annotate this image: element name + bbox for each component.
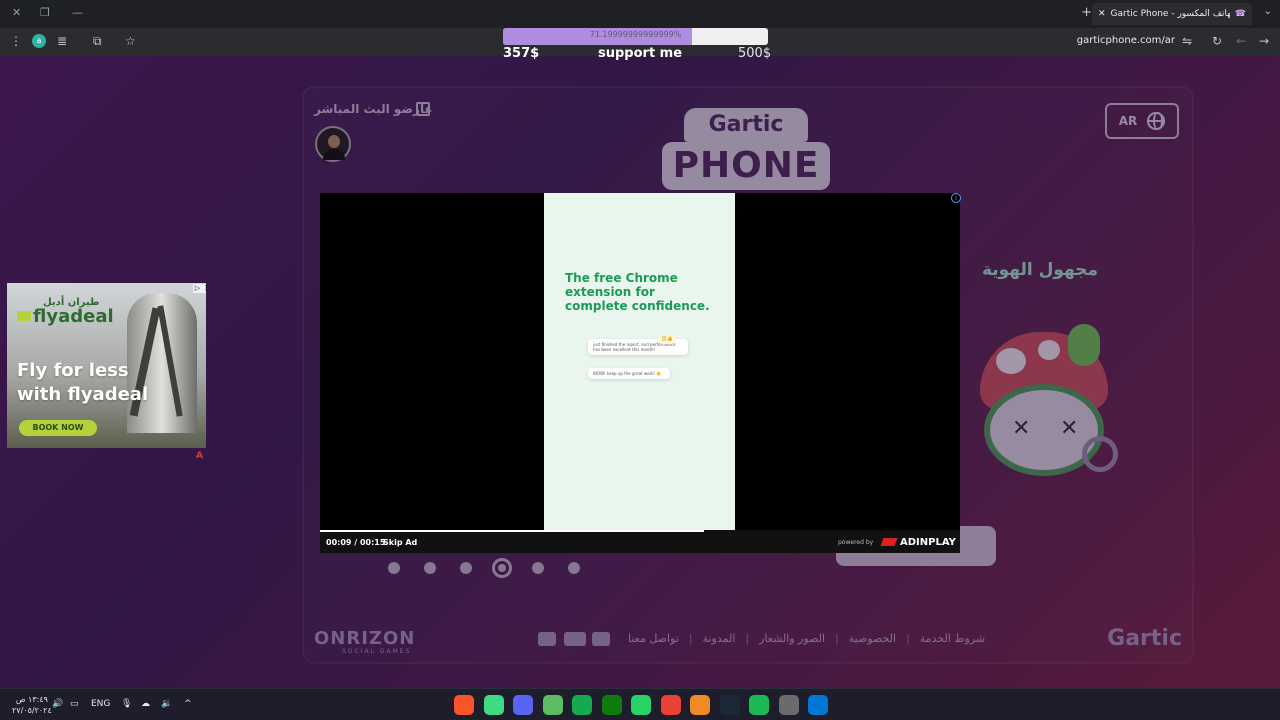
- extensions-icon[interactable]: ⧉: [93, 34, 102, 49]
- forward-icon[interactable]: ←: [1236, 34, 1246, 48]
- gartic-favicon-icon: ☎: [1234, 9, 1246, 19]
- video-ad-emoji-reaction: 😊👍: [658, 335, 676, 344]
- browser-icon[interactable]: [483, 695, 504, 715]
- taskbar-time: ١٣:٤٩ ص: [15, 695, 48, 704]
- steam-icon[interactable]: [719, 695, 740, 715]
- reload-icon[interactable]: ↻: [1212, 34, 1222, 48]
- tab-search-chevron-icon[interactable]: ⌄: [1264, 6, 1272, 17]
- flyadeal-ad[interactable]: طيران أديل flyadeal Fly for less with fl…: [7, 283, 206, 448]
- network-icon[interactable]: ▭: [70, 699, 79, 709]
- windows-icon[interactable]: [808, 695, 828, 715]
- video-controls: 00:09 / 00:15 Skip Ad powered by ADINPLA…: [320, 530, 960, 553]
- adinplay-logo-icon: [880, 538, 898, 546]
- microphone-icon[interactable]: 🎙: [121, 699, 132, 709]
- tab-gartic[interactable]: ✕ Gartic Phone - الهاتف المكسور ☎: [1092, 3, 1252, 25]
- volume-icon[interactable]: 🔊: [52, 699, 63, 709]
- minimize-window-icon[interactable]: —: [72, 6, 83, 19]
- brave-icon[interactable]: [454, 695, 474, 715]
- video-ad-player[interactable]: The free Chrome extension for complete c…: [320, 193, 961, 553]
- video-ad-reply-card: WOW! keep up the great work! 👏: [588, 368, 670, 379]
- speaker-icon[interactable]: 🔉: [161, 699, 172, 709]
- show-hidden-icons[interactable]: ^: [184, 699, 192, 709]
- xbox-icon[interactable]: [601, 695, 622, 715]
- video-time: 00:09 / 00:15: [326, 538, 386, 547]
- restore-window-icon[interactable]: ❐: [40, 6, 50, 19]
- skip-ad-button[interactable]: Skip Ad: [383, 538, 417, 547]
- adinplay-brand[interactable]: ADINPLAY: [900, 537, 956, 548]
- new-tab-icon[interactable]: +: [1081, 5, 1092, 20]
- menu-kebab-icon[interactable]: ⋮: [10, 34, 22, 48]
- ad-brand: flyadeal: [33, 306, 114, 327]
- powered-by-label: powered by: [838, 539, 874, 546]
- discord-icon[interactable]: [513, 695, 533, 715]
- onedrive-icon[interactable]: ☁: [141, 699, 150, 709]
- spotify-icon[interactable]: [749, 695, 769, 715]
- site-settings-icon[interactable]: ⇋: [1182, 34, 1192, 48]
- chrome-icon[interactable]: [660, 695, 681, 715]
- flyadeal-logo-icon: [17, 311, 31, 321]
- donation-current: 357$: [503, 46, 540, 61]
- close-window-icon[interactable]: ✕: [12, 6, 21, 19]
- ad-slogan: Fly for less with flyadeal: [17, 360, 149, 405]
- donation-percent: 71.19999999999999%: [589, 30, 682, 39]
- bookmark-star-icon[interactable]: ☆: [125, 34, 136, 48]
- taskbar-clock[interactable]: ١٣:٤٩ ص ٢٧/٠٥/٢٠٢٤: [12, 694, 52, 716]
- mongodb-icon[interactable]: [572, 695, 592, 715]
- taskbar: ١٣:٤٩ ص ٢٧/٠٥/٢٠٢٤ 🔊 ▭ ENG 🎙 ☁ 🔉 ^: [0, 688, 1280, 720]
- app-orange-icon[interactable]: [690, 695, 710, 715]
- video-progress-bar[interactable]: [320, 530, 704, 532]
- whatsapp-icon[interactable]: [631, 695, 651, 715]
- ad-choices-icon[interactable]: ▷ ⋮: [193, 284, 206, 293]
- ad-marker-icon: A: [196, 451, 203, 461]
- donation-progress-bar: 71.19999999999999%: [503, 28, 768, 45]
- vanguard-icon[interactable]: [542, 695, 563, 715]
- tab-title: Gartic Phone - الهاتف المكسور: [1110, 9, 1230, 19]
- app-gray-icon[interactable]: [778, 695, 799, 715]
- tab-bar: ✕ ❐ — + ✕ Gartic Phone - الهاتف المكسور …: [0, 0, 1280, 28]
- profile-avatar[interactable]: a: [32, 34, 46, 48]
- reading-list-icon[interactable]: ≣: [57, 34, 67, 48]
- video-ad-headline: The free Chrome extension for complete c…: [565, 271, 710, 313]
- back-icon[interactable]: →: [1259, 34, 1269, 48]
- ad-info-icon[interactable]: i: [951, 193, 961, 203]
- close-tab-icon[interactable]: ✕: [1098, 9, 1106, 19]
- taskbar-date: ٢٧/٠٥/٢٠٢٤: [12, 706, 52, 715]
- ad-book-now-button[interactable]: BOOK NOW: [19, 420, 97, 436]
- donation-goal: 500$: [738, 46, 772, 61]
- donation-label[interactable]: support me: [598, 46, 682, 61]
- address-bar-url[interactable]: garticphone.com/ar: [1077, 35, 1175, 46]
- video-ad-content: The free Chrome extension for complete c…: [544, 193, 735, 530]
- language-indicator[interactable]: ENG: [91, 699, 110, 709]
